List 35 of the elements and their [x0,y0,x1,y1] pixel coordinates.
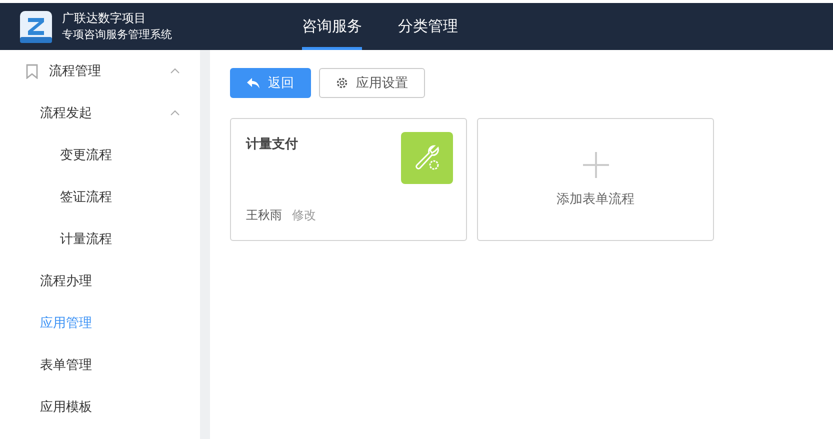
logo-icon [20,10,52,42]
collapse-icon[interactable] [170,110,180,116]
sidebar-item[interactable]: 计量流程 [0,218,200,260]
bookmark-icon [26,64,38,78]
sidebar-item-label: 表单管理 [40,357,93,374]
sidebar-item-label: 流程办理 [40,273,93,290]
settings-button[interactable]: 应用设置 [319,68,425,98]
sidebar-item[interactable]: 签证流程 [0,176,200,218]
add-card-label: 添加表单流程 [556,190,634,208]
add-card[interactable]: 添加表单流程 [477,118,714,241]
app-card[interactable]: 计量支付 王秋雨 修改 [230,118,467,241]
card-owner: 王秋雨 [246,207,282,224]
sidebar-item[interactable]: 变更流程 [0,134,200,176]
back-arrow-icon [247,78,260,88]
sidebar-item[interactable]: 应用模板 [0,386,200,428]
sidebar-item-label: 应用管理 [40,315,93,332]
wrench-gear-icon [401,132,453,184]
nav-tab[interactable]: 分类管理 [398,3,458,50]
nav-tab[interactable]: 咨询服务 [302,3,362,50]
collapse-icon[interactable] [170,68,180,74]
settings-icon [336,77,348,89]
sidebar-item-label: 计量流程 [60,231,113,248]
sidebar-item-label: 应用模板 [40,399,93,416]
plus-icon [582,152,608,178]
sidebar-item[interactable]: 流程办理 [0,260,200,302]
sidebar-item[interactable]: 流程管理 [0,50,200,92]
card-title: 计量支付 [246,136,299,153]
sidebar-item-label: 流程管理 [49,63,102,80]
sidebar-item[interactable]: 流程发起 [0,92,200,134]
sidebar-item-label: 流程发起 [40,105,93,122]
app-subtitle: 专项咨询服务管理系统 [62,27,173,43]
sidebar-item-label: 签证流程 [60,189,113,206]
sidebar-item-label: 变更流程 [60,147,113,164]
sidebar-item[interactable]: 表单管理 [0,344,200,386]
app-title: 广联达数字项目 [62,10,147,27]
